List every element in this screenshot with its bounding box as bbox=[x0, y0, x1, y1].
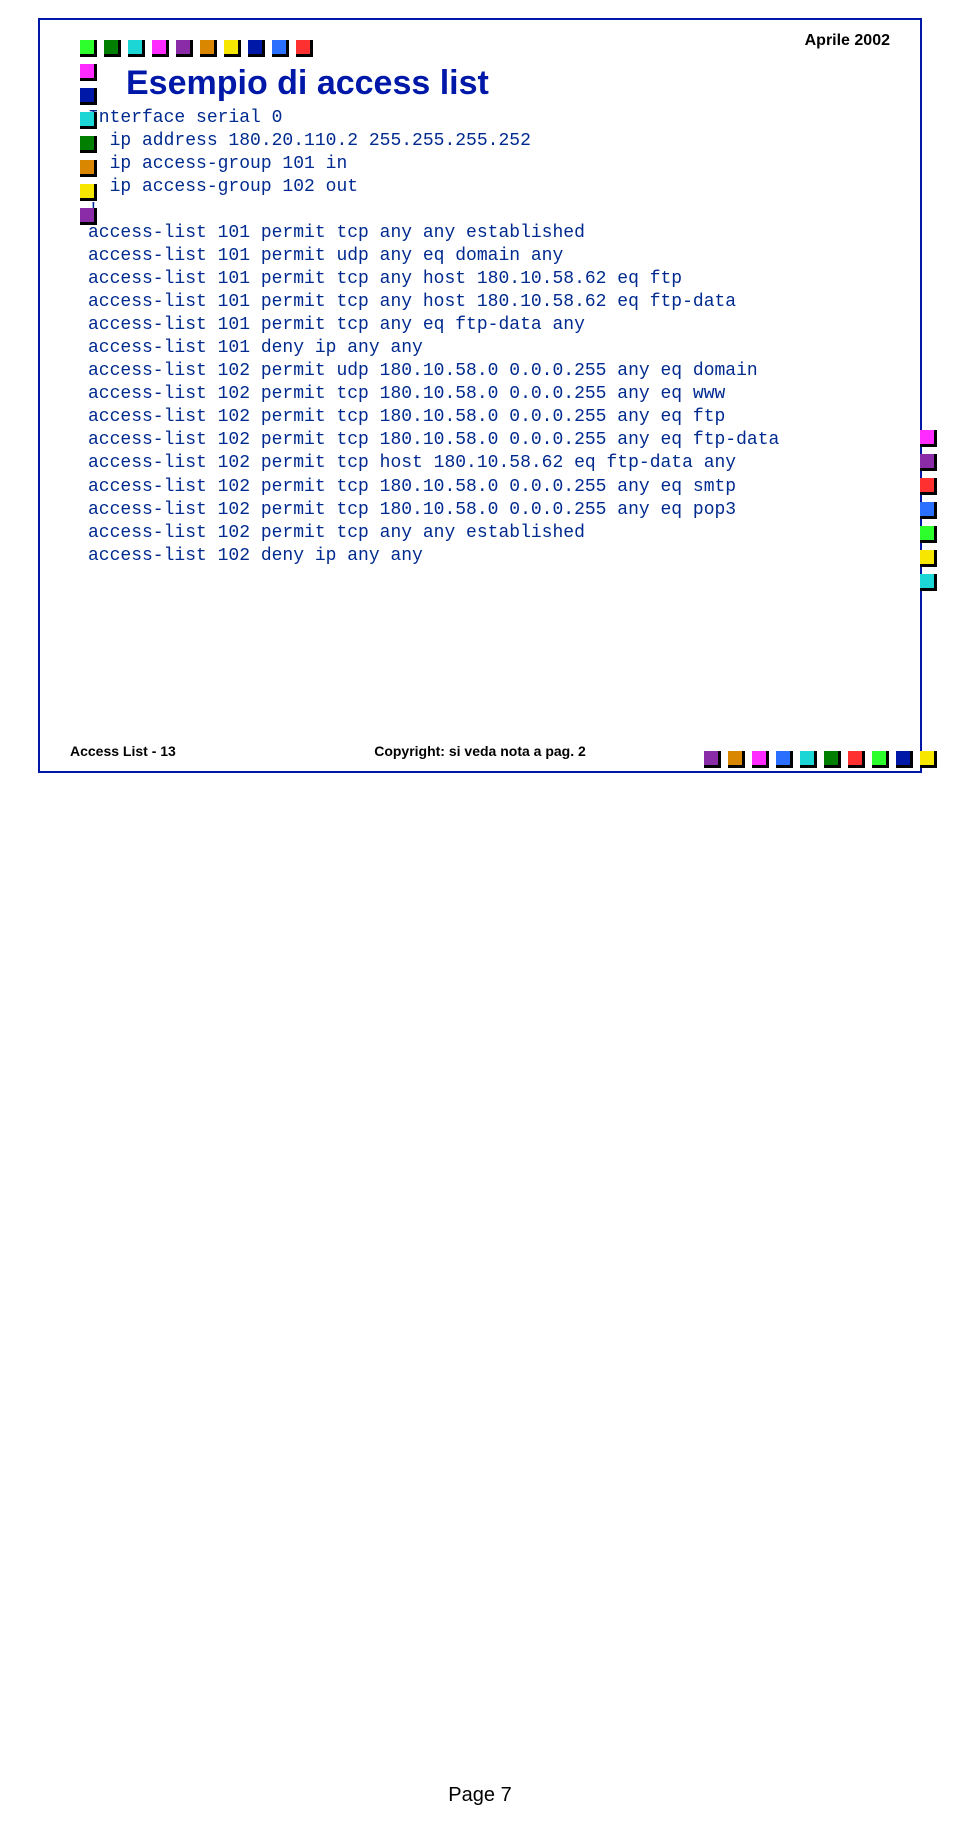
decorative-square bbox=[80, 112, 97, 129]
slide-page: Aprile 2002 Esempio di access list Inter… bbox=[38, 18, 922, 773]
decorative-square bbox=[920, 526, 937, 543]
decorative-square bbox=[920, 502, 937, 519]
page-number: Page 7 bbox=[0, 1784, 960, 1807]
slide-title: Esempio di access list bbox=[126, 64, 890, 103]
decorative-square bbox=[80, 136, 97, 153]
decorative-square bbox=[920, 751, 937, 768]
header-date: Aprile 2002 bbox=[805, 32, 890, 50]
footer-center: Copyright: si veda nota a pag. 2 bbox=[40, 743, 920, 759]
decorative-square bbox=[104, 40, 121, 57]
decorative-square bbox=[920, 574, 937, 591]
decorative-square bbox=[224, 40, 241, 57]
decorative-square bbox=[920, 454, 937, 471]
decorative-square bbox=[80, 160, 97, 177]
decorative-square bbox=[152, 40, 169, 57]
decorative-square bbox=[920, 550, 937, 567]
decorative-square bbox=[248, 40, 265, 57]
decorative-square bbox=[80, 40, 97, 57]
decorative-square bbox=[296, 40, 313, 57]
decorative-square bbox=[128, 40, 145, 57]
decorative-square bbox=[920, 478, 937, 495]
decorative-square bbox=[80, 184, 97, 201]
decorative-square bbox=[200, 40, 217, 57]
decorative-square bbox=[176, 40, 193, 57]
decorative-square bbox=[272, 40, 289, 57]
decorative-square bbox=[920, 430, 937, 447]
decorative-square bbox=[80, 88, 97, 105]
decorative-square bbox=[80, 208, 97, 225]
code-block: Interface serial 0 ip address 180.20.110… bbox=[88, 107, 890, 568]
decorative-square bbox=[80, 64, 97, 81]
